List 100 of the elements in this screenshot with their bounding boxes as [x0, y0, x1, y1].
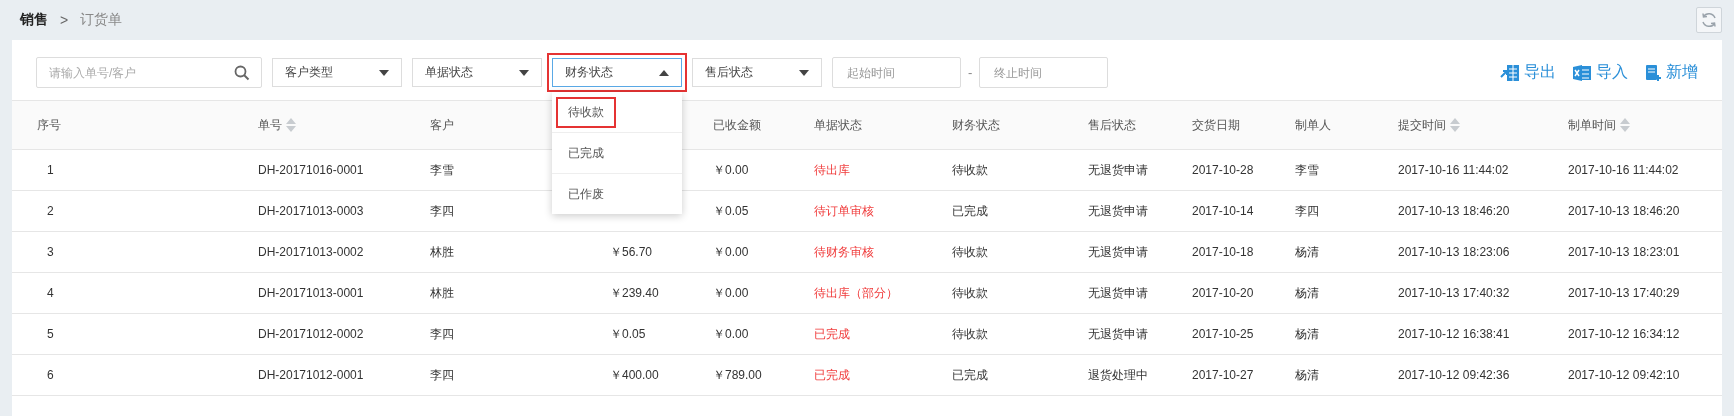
- column-header: 客户: [430, 116, 454, 134]
- dropdown-option[interactable]: 待收款: [556, 96, 616, 128]
- end-date-field[interactable]: 终止时间: [979, 57, 1109, 88]
- table-cell: 2017-10-12 16:34:12: [1568, 327, 1680, 341]
- table-cell: DH-20171012-0001: [258, 368, 364, 382]
- table-cell: DH-20171013-0003: [258, 204, 364, 218]
- table-cell: 2017-10-27: [1192, 368, 1254, 382]
- table-cell: 2017-10-28: [1192, 163, 1254, 177]
- table-cell: DH-20171012-0002: [258, 327, 364, 341]
- table-cell: DH-20171013-0001: [258, 286, 364, 300]
- refresh-icon: [1700, 11, 1718, 29]
- table-cell: 杨清: [1295, 326, 1319, 341]
- excel-file-icon: [1572, 63, 1592, 82]
- dropdown-select[interactable]: 单据状态: [412, 58, 542, 87]
- table-cell: 2017-10-18: [1192, 245, 1254, 259]
- table-cell: 3: [47, 245, 54, 259]
- table-cell: 林胜: [430, 244, 454, 259]
- table-cell: ￥56.70: [610, 244, 653, 259]
- table-cell: ￥0.00: [713, 162, 749, 177]
- table-cell: ￥0.00: [713, 326, 749, 341]
- status-text: 待订单审核: [814, 203, 874, 218]
- caret-down-icon: [799, 69, 809, 76]
- column-header: 单据状态: [814, 116, 862, 134]
- table-cell: 无退货申请: [1088, 326, 1148, 341]
- table-cell: 无退货申请: [1088, 285, 1148, 300]
- table-cell: 杨清: [1295, 285, 1319, 300]
- table-cell: 李四: [430, 203, 454, 218]
- table-cell: 2017-10-13 18:23:01: [1568, 245, 1680, 259]
- status-text: 待出库: [814, 162, 850, 177]
- table-cell: 已完成: [952, 367, 988, 382]
- table-cell: ￥0.05: [610, 326, 646, 341]
- table-cell: 2017-10-25: [1192, 327, 1254, 341]
- spreadsheet-arrow-icon: [1500, 63, 1520, 82]
- table-cell: 待收款: [952, 326, 988, 341]
- table-cell: 无退货申请: [1088, 244, 1148, 259]
- table-cell: 待收款: [952, 162, 988, 177]
- table-cell: 李雪: [430, 162, 454, 177]
- table-cell: 李四: [430, 326, 454, 341]
- table-cell: 2: [47, 204, 54, 218]
- refresh-button[interactable]: [1696, 7, 1722, 33]
- column-header: 提交时间: [1398, 116, 1446, 134]
- date-separator: -: [968, 65, 973, 80]
- dropdown-option[interactable]: 已完成: [556, 137, 616, 169]
- sort-icon[interactable]: [1620, 117, 1630, 133]
- breadcrumb-separator: >: [60, 12, 69, 28]
- table-cell: 2017-10-13 18:46:20: [1568, 204, 1680, 218]
- dropdown-select[interactable]: 客户类型: [272, 58, 402, 87]
- table-cell: 2017-10-13 17:40:29: [1568, 286, 1680, 300]
- start-date-field[interactable]: 起始时间: [832, 57, 961, 88]
- sort-icon[interactable]: [286, 117, 296, 133]
- table-cell: ￥239.40: [610, 285, 659, 300]
- table-cell: 4: [47, 286, 54, 300]
- table-cell: ￥0.00: [713, 285, 749, 300]
- table-cell: 杨清: [1295, 367, 1319, 382]
- table-cell: 2017-10-12 16:38:41: [1398, 327, 1510, 341]
- table-cell: ￥789.00: [713, 367, 762, 382]
- table-cell: 待收款: [952, 285, 988, 300]
- table-cell: 2017-10-16 11:44:02: [1568, 163, 1679, 177]
- table-cell: 李四: [430, 367, 454, 382]
- document-add-icon: [1644, 63, 1662, 82]
- table-cell: 2017-10-12 09:42:10: [1568, 368, 1680, 382]
- table-cell: 5: [47, 327, 54, 341]
- table-cell: 李四: [1295, 203, 1319, 218]
- table-cell: 李雪: [1295, 162, 1319, 177]
- column-header: 交货日期: [1192, 116, 1240, 134]
- table-cell: 2017-10-16 11:44:02: [1398, 163, 1509, 177]
- table-cell: 2017-10-13 17:40:32: [1398, 286, 1510, 300]
- column-header: 制单人: [1295, 116, 1331, 134]
- table-cell: 林胜: [430, 285, 454, 300]
- status-text: 已完成: [814, 326, 850, 341]
- dropdown-select[interactable]: 售后状态: [692, 58, 822, 87]
- table-cell: 2017-10-14: [1192, 204, 1254, 218]
- export-button[interactable]: 导出: [1500, 62, 1556, 83]
- breadcrumb-current: 订货单: [80, 11, 123, 29]
- column-header: 单号: [258, 116, 282, 134]
- table-cell: 待收款: [952, 244, 988, 259]
- column-header: 售后状态: [1088, 116, 1136, 134]
- dropdown-select[interactable]: 财务状态: [552, 58, 682, 87]
- table-cell: DH-20171016-0001: [258, 163, 364, 177]
- import-button[interactable]: 导入: [1572, 62, 1628, 83]
- status-text: 已完成: [814, 367, 850, 382]
- table-cell: 6: [47, 368, 54, 382]
- sort-icon[interactable]: [1450, 117, 1460, 133]
- caret-down-icon: [519, 69, 529, 76]
- dropdown-option[interactable]: 已作废: [556, 178, 616, 210]
- breadcrumb-parent[interactable]: 销售: [20, 11, 48, 29]
- table-cell: 已完成: [952, 203, 988, 218]
- table-cell: 2017-10-12 09:42:36: [1398, 368, 1510, 382]
- table-cell: 2017-10-13 18:46:20: [1398, 204, 1510, 218]
- add-button[interactable]: 新增: [1644, 62, 1698, 83]
- table-cell: 无退货申请: [1088, 203, 1148, 218]
- caret-down-icon: [379, 69, 389, 76]
- table-cell: 1: [47, 163, 54, 177]
- status-text: 待财务审核: [814, 244, 874, 259]
- table-cell: 2017-10-13 18:23:06: [1398, 245, 1510, 259]
- table-cell: 2017-10-20: [1192, 286, 1254, 300]
- column-header: 已收金额: [713, 116, 761, 134]
- table-cell: DH-20171013-0002: [258, 245, 364, 259]
- table-cell: 无退货申请: [1088, 162, 1148, 177]
- search-field[interactable]: 请输入单号/客户: [36, 57, 262, 88]
